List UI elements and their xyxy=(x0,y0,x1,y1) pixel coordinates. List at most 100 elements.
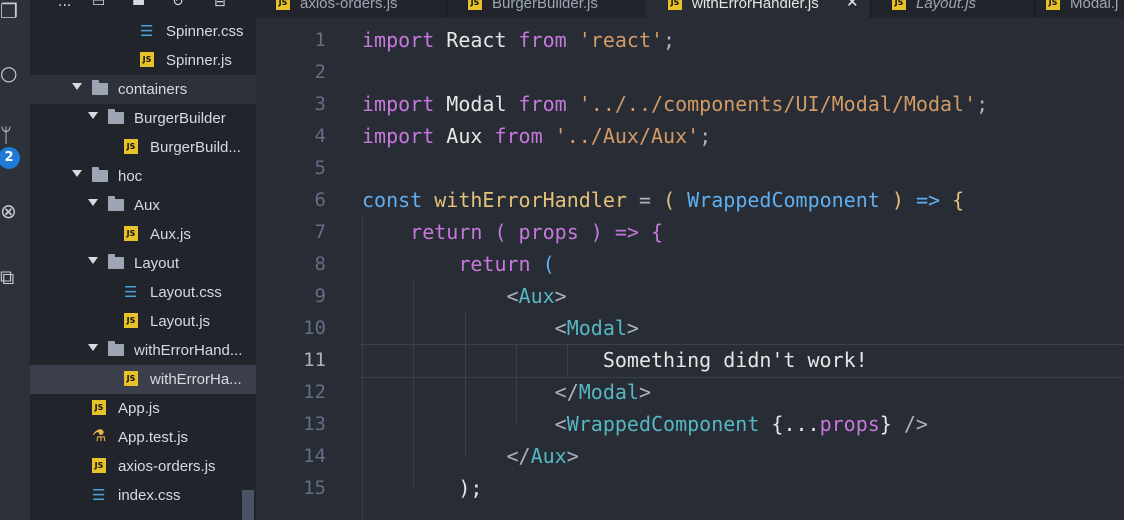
tree-item-label: BurgerBuild... xyxy=(150,139,241,156)
js-file-icon: JS xyxy=(124,313,138,328)
tree-folder[interactable]: Layout xyxy=(30,249,256,278)
code-text: return ( props ) => { xyxy=(410,220,664,244)
tab-burgerbuilder[interactable]: JS BurgerBuilder.js xyxy=(446,0,647,18)
tree-folder[interactable]: BurgerBuilder xyxy=(30,104,256,133)
chevron-down-icon[interactable] xyxy=(88,257,98,264)
folder-icon xyxy=(92,167,108,182)
line-number: 10 xyxy=(303,317,326,339)
refresh-icon[interactable]: ↻ xyxy=(172,0,184,10)
tree-item-label: Layout xyxy=(134,255,180,272)
folder-icon xyxy=(92,80,108,95)
tree-item-label: Layout.css xyxy=(150,284,222,301)
folder-icon xyxy=(108,254,124,269)
tree-file[interactable]: JS App.js xyxy=(30,394,256,423)
js-file-icon: JS xyxy=(92,400,106,415)
tab-witherrorhandler[interactable]: JS withErrorHandler.js ✕ xyxy=(646,0,871,18)
code-text: ); xyxy=(458,476,483,500)
new-folder-icon[interactable]: ▬ xyxy=(132,0,145,10)
code-line[interactable]: 12 </Modal> xyxy=(256,376,1124,408)
tree-item-label: axios-orders.js xyxy=(118,458,216,475)
code-line[interactable]: 1 import React from 'react'; xyxy=(256,24,1124,56)
tab-axios-orders[interactable]: JS axios-orders.js xyxy=(256,0,447,18)
tab-label: axios-orders.js xyxy=(300,0,398,12)
tree-item-label: App.js xyxy=(118,400,160,417)
more-icon[interactable]: ... xyxy=(58,0,71,10)
tree-folder[interactable]: containers xyxy=(30,75,256,104)
code-text: import React from 'react'; xyxy=(362,28,676,52)
tab-label: BurgerBuilder.js xyxy=(492,0,598,12)
code-line[interactable]: 2 xyxy=(256,56,1124,88)
tree-file[interactable]: JS axios-orders.js xyxy=(30,452,256,481)
line-number: 14 xyxy=(303,445,326,467)
js-file-icon: JS xyxy=(124,371,138,386)
code-line[interactable]: 5 xyxy=(256,152,1124,184)
search-icon[interactable]: ○ xyxy=(0,62,20,84)
new-file-icon[interactable]: ▭ xyxy=(92,0,105,10)
code-text: import Modal from '../../components/UI/M… xyxy=(362,92,989,116)
code-line[interactable]: 9 <Aux> xyxy=(256,280,1124,312)
tree-item-label: Layout.js xyxy=(150,313,211,330)
code-text: </Modal> xyxy=(554,380,652,404)
js-file-icon: JS xyxy=(92,458,106,473)
tree-item-label: App.test.js xyxy=(118,429,189,446)
line-number: 11 xyxy=(303,349,326,371)
explorer-toolbar: ... ▭ ▬ ↻ ⊟ xyxy=(30,0,256,14)
close-icon[interactable]: ✕ xyxy=(846,0,859,10)
code-line[interactable]: 10 <Modal> xyxy=(256,312,1124,344)
chevron-down-icon[interactable] xyxy=(88,344,98,351)
code-line[interactable]: 8 return ( xyxy=(256,248,1124,280)
js-file-icon: JS xyxy=(124,139,138,154)
code-editor[interactable]: 1 import React from 'react'; 2 3 import Moda… xyxy=(256,18,1124,520)
tab-modal[interactable]: JS Modal.j xyxy=(1034,0,1124,18)
code-line[interactable]: 14 </Aux> xyxy=(256,440,1124,472)
tree-file[interactable]: ☰ index.css xyxy=(30,481,256,510)
chevron-down-icon[interactable] xyxy=(88,199,98,206)
tree-file[interactable]: JS BurgerBuild... xyxy=(30,133,256,162)
scm-badge: 2 xyxy=(0,147,20,169)
tree-file[interactable]: ⚗ App.test.js xyxy=(30,423,256,452)
tree-folder[interactable]: Aux xyxy=(30,191,256,220)
chevron-down-icon[interactable] xyxy=(72,170,82,177)
extensions-icon[interactable]: ⧉ xyxy=(0,266,20,288)
tree-item-label: index.css xyxy=(118,487,181,504)
source-control-icon[interactable]: ᛘ xyxy=(0,124,20,146)
line-number: 6 xyxy=(314,189,326,211)
tree-file[interactable]: JS Aux.js xyxy=(30,220,256,249)
tree-file[interactable]: ☰ Spinner.css xyxy=(30,17,256,46)
css-file-icon: ☰ xyxy=(140,22,154,40)
tree-file[interactable]: JS Layout.js xyxy=(30,307,256,336)
tree-folder[interactable]: withErrorHand... xyxy=(30,336,256,365)
code-line[interactable]: 13 <WrappedComponent {...props} /> xyxy=(256,408,1124,440)
code-line[interactable]: 4 import Aux from '../Aux/Aux'; xyxy=(256,120,1124,152)
explorer-scrollbar[interactable] xyxy=(242,490,254,520)
code-line[interactable]: 7 return ( props ) => { xyxy=(256,216,1124,248)
css-file-icon: ☰ xyxy=(124,283,138,301)
tree-item-label: Aux.js xyxy=(150,226,191,243)
tree-file[interactable]: ☰ Layout.css xyxy=(30,278,256,307)
tab-layout[interactable]: JS Layout.js xyxy=(870,0,1035,18)
tree-item-label: Aux xyxy=(134,197,160,214)
debug-icon[interactable]: ⊗ xyxy=(0,200,20,222)
code-text: <WrappedComponent {...props} /> xyxy=(554,412,928,436)
tree-file[interactable]: JS Spinner.js xyxy=(30,46,256,75)
line-number: 1 xyxy=(314,29,326,51)
line-number: 2 xyxy=(314,61,326,83)
js-file-icon: JS xyxy=(892,0,906,10)
chevron-down-icon[interactable] xyxy=(72,83,82,90)
code-text: <Aux> xyxy=(506,284,567,308)
code-line[interactable]: 6 const withErrorHandler = ( WrappedCompo… xyxy=(256,184,1124,216)
tree-folder[interactable]: hoc xyxy=(30,162,256,191)
line-number: 3 xyxy=(314,93,326,115)
tree-file[interactable]: JS withErrorHa... xyxy=(30,365,256,394)
line-number: 9 xyxy=(314,285,326,307)
code-line[interactable]: 15 ); xyxy=(256,472,1124,504)
chevron-down-icon[interactable] xyxy=(88,112,98,119)
flask-icon: ⚗ xyxy=(92,426,107,445)
collapse-icon[interactable]: ⊟ xyxy=(214,0,226,10)
code-line[interactable]: 11 Something didn't work! xyxy=(256,344,1124,376)
code-text: </Aux> xyxy=(506,444,579,468)
tree-item-label: withErrorHand... xyxy=(134,342,243,359)
files-icon[interactable]: ❐ xyxy=(0,0,20,22)
code-line[interactable]: 3 import Modal from '../../components/UI/… xyxy=(256,88,1124,120)
css-file-icon: ☰ xyxy=(92,486,106,504)
